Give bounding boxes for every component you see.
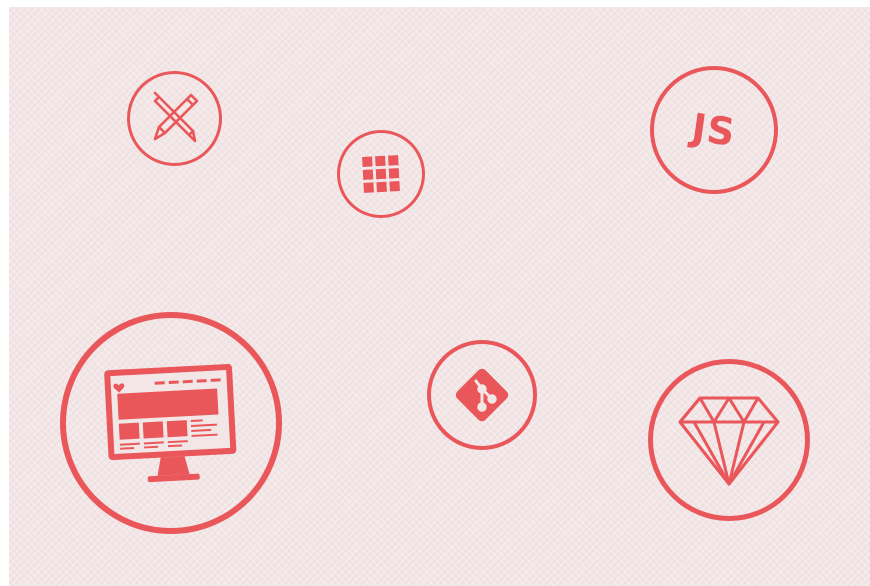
git-icon xyxy=(455,368,509,422)
desktop-monitor-icon xyxy=(104,363,237,483)
ruby-badge xyxy=(648,359,810,521)
grid-badge xyxy=(337,130,425,218)
icon-canvas: JS xyxy=(9,7,870,586)
ruby-diamond-icon xyxy=(678,396,780,486)
git-badge xyxy=(427,340,537,450)
desktop-badge xyxy=(60,312,282,534)
grid-icon xyxy=(362,155,400,193)
design-badge xyxy=(127,71,222,166)
pencil-pen-cross-icon xyxy=(153,91,198,142)
javascript-icon: JS xyxy=(689,105,739,155)
javascript-badge: JS xyxy=(650,66,778,194)
